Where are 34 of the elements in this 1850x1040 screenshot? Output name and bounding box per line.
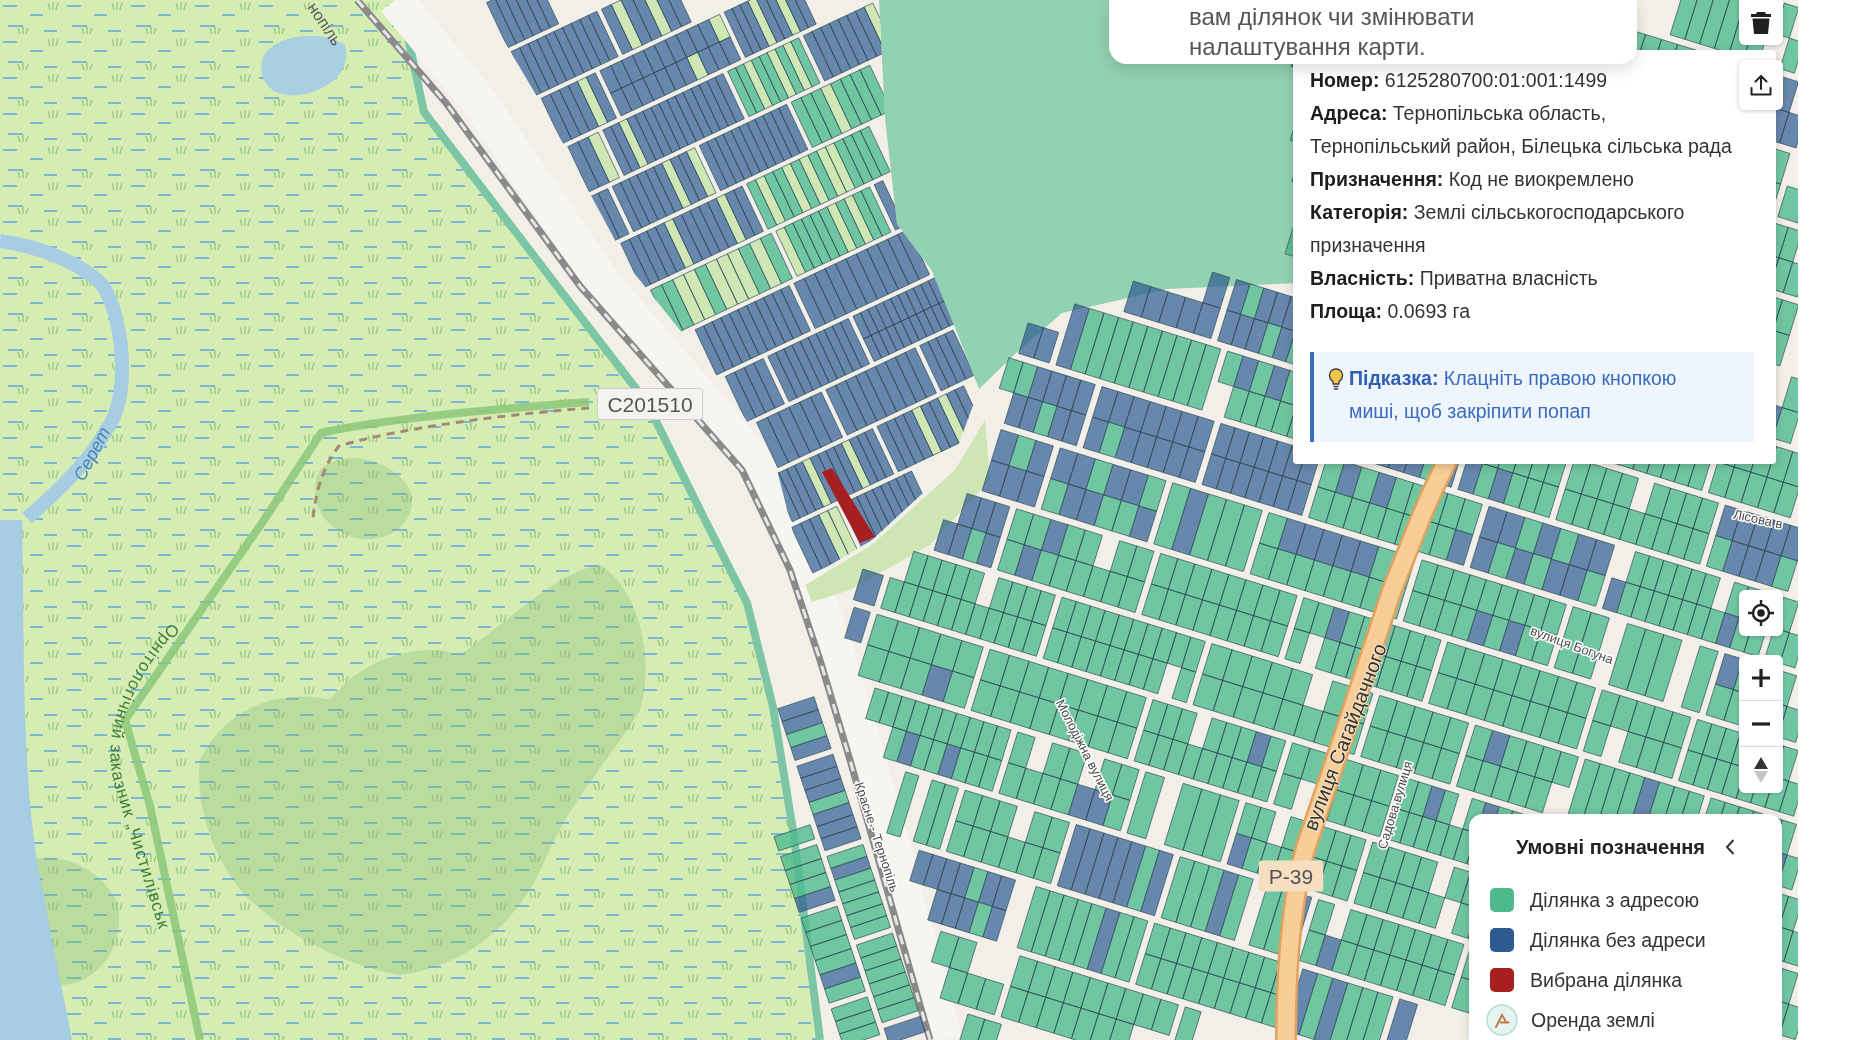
collapse-button[interactable]	[1724, 839, 1735, 855]
street-name-label: вулиця Богуна	[1528, 623, 1616, 667]
road-number-label: С201510	[596, 388, 704, 420]
legend-label: Оренда землі	[1531, 1008, 1655, 1032]
street-name-label: Лісова в	[1732, 506, 1784, 532]
lightbulb-icon	[1328, 368, 1344, 390]
parcel-field-text: Власність: Приватна власність	[1310, 266, 1599, 291]
zoom-out-button[interactable]	[1739, 701, 1783, 747]
legend-title: Умовні позначення	[1516, 835, 1705, 859]
circle-marker-icon	[1486, 1004, 1518, 1036]
chevron-left-icon	[1724, 839, 1735, 855]
hint-text: Підказка: Клацніть правою кнопкою миші, щоб закріпити попап	[1349, 366, 1678, 424]
minus-icon	[1752, 721, 1770, 726]
legend-label: Ділянка з адресою	[1530, 888, 1700, 912]
notice-text: вам ділянок чи змінювати налаштування карти.	[1189, 2, 1476, 62]
parcel-field-text: Категорія: Землі сільськогосподарського призначення	[1310, 200, 1686, 258]
parcel-field-text: Призначення: Код не виокремлено	[1310, 167, 1635, 192]
legend-label: Вибрана ділянка	[1530, 968, 1682, 992]
parcel-field-text: Площа: 0.0693 га	[1310, 299, 1472, 324]
trash-icon	[1751, 11, 1771, 34]
street-name-label: Садова вулиця	[1374, 759, 1416, 851]
reset-north-button[interactable]	[1739, 747, 1783, 793]
share-button[interactable]	[1739, 60, 1783, 110]
delete-button[interactable]	[1739, 0, 1783, 45]
compass-icon	[1754, 757, 1768, 783]
legend-label: Ділянка без адреси	[1530, 928, 1706, 952]
parcel-field-text: Адреса: Тернопільська область, Тернопільський район, Білецька сільська рада	[1310, 101, 1733, 159]
road-number-label: Р-39	[1258, 860, 1324, 892]
plus-icon	[1752, 668, 1770, 687]
parcel-field-text: Номер: 6125280700:01:001:1499	[1310, 68, 1609, 93]
upload-icon	[1750, 74, 1772, 96]
crosshair-icon	[1748, 600, 1774, 626]
zoom-in-button[interactable]	[1739, 655, 1783, 701]
locate-button[interactable]	[1739, 590, 1783, 636]
